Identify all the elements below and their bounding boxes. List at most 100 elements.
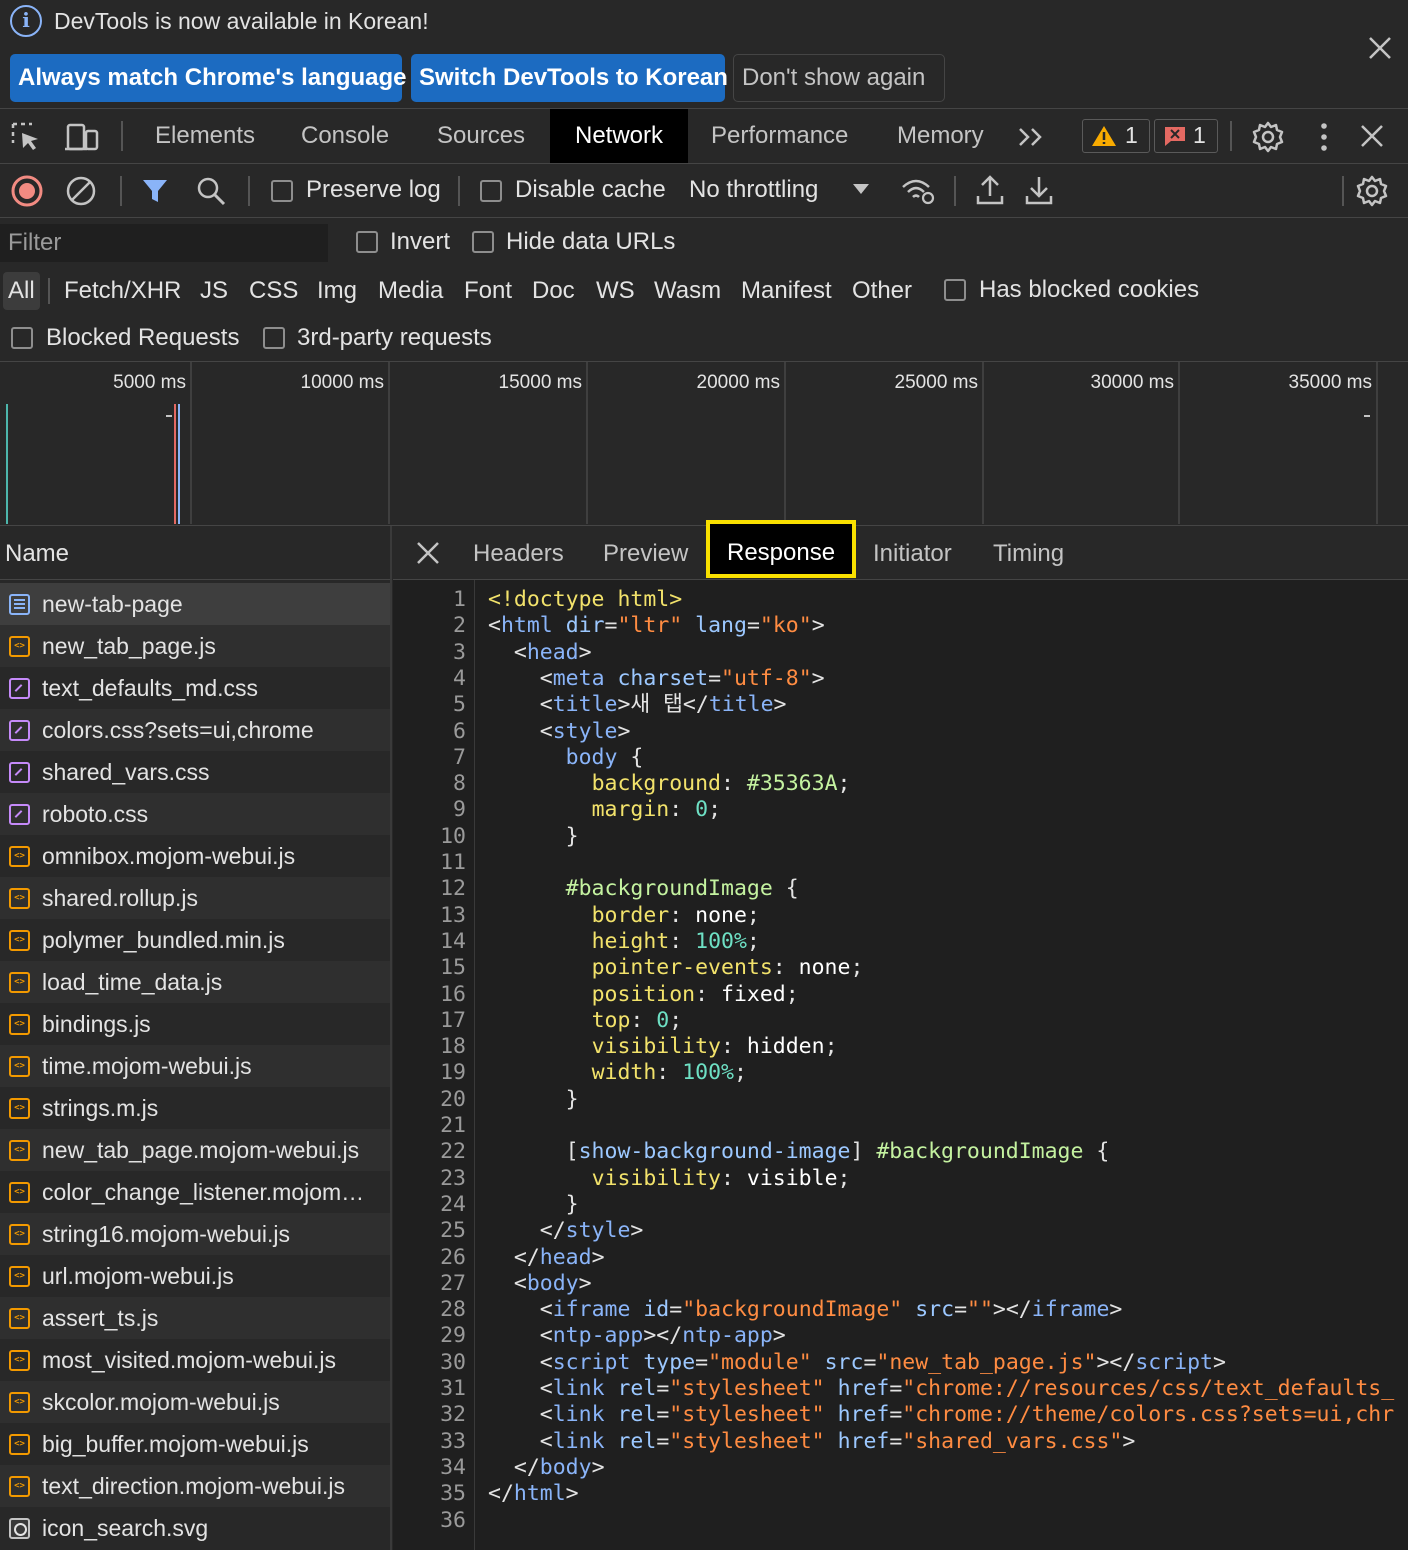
more-options-icon[interactable] [1314, 120, 1334, 154]
request-row[interactable]: skcolor.mojom-webui.js [0, 1381, 390, 1423]
filter-type-all[interactable]: All [3, 272, 40, 310]
filter-type-wasm[interactable]: Wasm [654, 272, 721, 310]
tab-response[interactable]: Response [706, 520, 857, 578]
preserve-log-checkbox[interactable] [271, 180, 293, 202]
hide-data-urls-checkbox[interactable] [472, 231, 494, 253]
third-party-requests-checkbox[interactable] [263, 327, 285, 349]
code-token: "new_tab_page.js" [876, 1349, 1097, 1375]
request-row[interactable]: string16.mojom-webui.js [0, 1213, 390, 1255]
code-token: "stylesheet" [669, 1402, 825, 1428]
tab-initiator[interactable]: Initiator [873, 526, 952, 580]
close-details-icon[interactable] [415, 540, 441, 566]
request-name: color_change_listener.mojom… [42, 1179, 365, 1205]
request-row[interactable]: polymer_bundled.min.js [0, 919, 390, 961]
tab-network[interactable]: Network [550, 109, 688, 163]
filter-type-fetch-xhr[interactable]: Fetch/XHR [64, 272, 181, 310]
always-match-language-button[interactable]: Always match Chrome's language [10, 54, 407, 102]
response-source-viewer[interactable]: 1 2 3 4 5 6 7 8 9 10 11 12 13 14 15 16 17 18 19 20 21 22 23 24 2… [393, 580, 1408, 1550]
stop-recording-icon[interactable] [10, 174, 44, 208]
tab-elements[interactable]: Elements [155, 109, 255, 163]
request-row[interactable]: icon_search.svg [0, 1507, 390, 1549]
request-row[interactable]: roboto.css [0, 793, 390, 835]
tab-preview[interactable]: Preview [603, 526, 688, 580]
tab-timing[interactable]: Timing [993, 526, 1064, 580]
settings-gear-icon[interactable] [1251, 120, 1285, 154]
invert-checkbox[interactable] [356, 231, 378, 253]
tab-console[interactable]: Console [301, 109, 389, 163]
request-row[interactable]: time.mojom-webui.js [0, 1045, 390, 1087]
code-token: html [500, 613, 553, 639]
invert-label: Invert [390, 228, 451, 255]
clear-icon[interactable] [64, 174, 98, 208]
device-toolbar-icon[interactable] [64, 121, 100, 153]
network-overview-timeline[interactable]: 5000 ms 10000 ms 15000 ms 20000 ms 25000… [0, 362, 1408, 526]
code-token: script [1135, 1349, 1213, 1375]
code-token: > [591, 1244, 605, 1270]
request-row[interactable]: shared.rollup.js [0, 877, 390, 919]
request-row[interactable]: new_tab_page.js [0, 625, 390, 667]
close-icon[interactable] [1366, 34, 1394, 62]
request-row[interactable]: text_defaults_md.css [0, 667, 390, 709]
code-token: visibility [591, 1165, 722, 1191]
filter-type-ws[interactable]: WS [596, 272, 635, 310]
disable-cache-checkbox[interactable] [480, 180, 502, 202]
throttling-select[interactable]: No throttling [689, 176, 818, 204]
export-har-download-icon[interactable] [1024, 174, 1054, 206]
import-har-upload-icon[interactable] [975, 174, 1005, 206]
blocked-requests-label: Blocked Requests [46, 324, 240, 351]
close-devtools-icon[interactable] [1358, 122, 1386, 150]
has-blocked-cookies-checkbox[interactable] [944, 279, 966, 301]
request-row[interactable]: bindings.js [0, 1003, 390, 1045]
blocked-requests-checkbox[interactable] [11, 327, 33, 349]
tab-sources[interactable]: Sources [437, 109, 525, 163]
code-token: < [488, 1270, 527, 1296]
filter-type-media[interactable]: Media [378, 272, 443, 310]
filter-type-img[interactable]: Img [317, 272, 357, 310]
request-row[interactable]: url.mojom-webui.js [0, 1255, 390, 1297]
network-settings-gear-icon[interactable] [1355, 174, 1389, 208]
dont-show-again-button[interactable]: Don't show again [733, 54, 945, 102]
request-name: omnibox.mojom-webui.js [42, 843, 296, 869]
tab-performance[interactable]: Performance [711, 109, 848, 163]
network-conditions-icon[interactable] [900, 176, 936, 206]
tab-headers[interactable]: Headers [473, 526, 564, 580]
name-column-header[interactable]: Name [0, 526, 390, 580]
filter-type-manifest[interactable]: Manifest [741, 272, 832, 310]
tab-memory[interactable]: Memory [897, 109, 984, 163]
switch-to-korean-button[interactable]: Switch DevTools to Korean [411, 54, 728, 102]
request-row[interactable]: new_tab_page.mojom-webui.js [0, 1129, 390, 1171]
code-token: "utf-8" [721, 665, 812, 691]
request-row[interactable]: big_buffer.mojom-webui.js [0, 1423, 390, 1465]
filter-type-font[interactable]: Font [464, 272, 512, 310]
request-row[interactable]: load_time_data.js [0, 961, 390, 1003]
filter-input[interactable] [0, 224, 328, 262]
infobar-message: DevTools is now available in Korean! [54, 8, 429, 34]
request-row[interactable]: color_change_listener.mojom… [0, 1171, 390, 1213]
request-row[interactable]: most_visited.mojom-webui.js [0, 1339, 390, 1381]
filter-type-js[interactable]: JS [200, 272, 228, 310]
code-line: <!doctype html> [488, 587, 682, 613]
request-row[interactable]: omnibox.mojom-webui.js [0, 835, 390, 877]
request-row[interactable]: strings.m.js [0, 1087, 390, 1129]
request-row[interactable]: assert_ts.js [0, 1297, 390, 1339]
code-token: : [630, 1007, 657, 1033]
hide-data-urls-label: Hide data URLs [506, 228, 676, 255]
inspect-element-icon[interactable] [10, 121, 42, 153]
errors-badge[interactable]: 1 [1154, 119, 1218, 153]
filter-funnel-icon[interactable] [140, 176, 170, 206]
warnings-badge[interactable]: 1 [1082, 119, 1150, 153]
more-tabs-chevron-icon[interactable] [1016, 123, 1046, 151]
request-row[interactable]: colors.css?sets=ui,chrome [0, 709, 390, 751]
filter-type-css[interactable]: CSS [249, 272, 298, 310]
timeline-mark [166, 415, 172, 417]
request-row[interactable]: new-tab-page [0, 583, 390, 625]
chevron-down-icon[interactable] [852, 182, 870, 196]
request-row[interactable]: text_direction.mojom-webui.js [0, 1465, 390, 1507]
request-row[interactable]: shared_vars.css [0, 751, 390, 793]
code-token: "ko" [759, 613, 812, 639]
search-icon[interactable] [195, 175, 227, 207]
filter-type-doc[interactable]: Doc [532, 272, 575, 310]
filter-type-other[interactable]: Other [852, 272, 912, 310]
